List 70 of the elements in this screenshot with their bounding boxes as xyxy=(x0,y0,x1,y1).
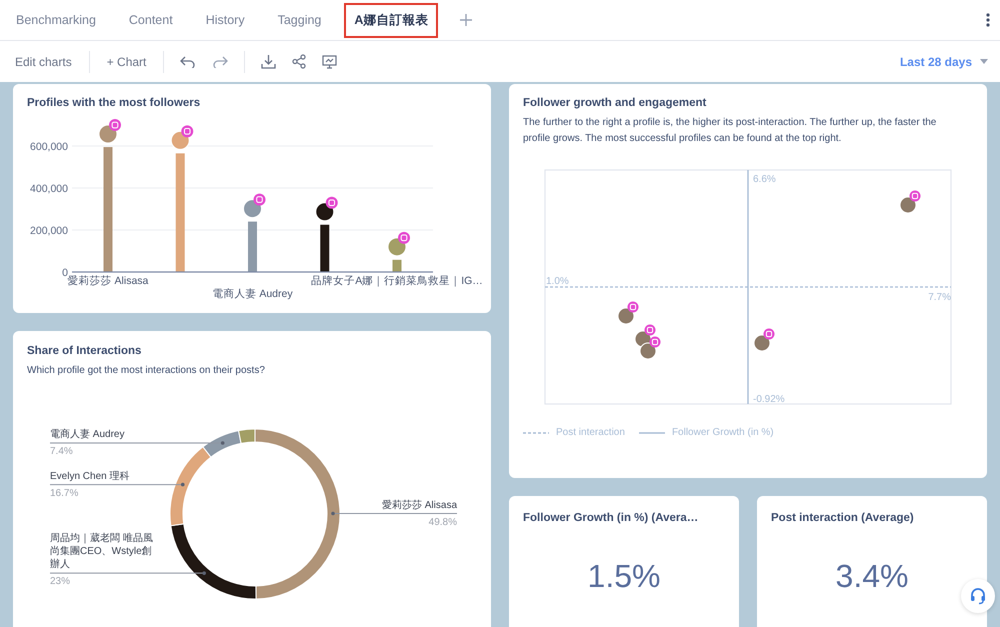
axis-tick-label: 0 xyxy=(62,267,68,279)
add-chart-button[interactable]: + Chart xyxy=(98,50,156,72)
slice-label: 周品均｜葳老闆 唯品風尚集團CEO、Wstyle創辦人 xyxy=(50,532,154,572)
axis-range-label: -0.92% xyxy=(753,394,785,405)
slice-label: 愛莉莎莎 Alisasa xyxy=(382,498,457,512)
tab[interactable]: Benchmarking xyxy=(6,7,106,33)
caret-icon xyxy=(980,59,988,64)
camera-badge-icon xyxy=(254,194,266,206)
presentation-icon[interactable] xyxy=(322,54,338,68)
avatar xyxy=(388,237,406,256)
avatar-point xyxy=(900,196,916,214)
camera-badge-icon xyxy=(109,119,121,132)
undo-icon[interactable] xyxy=(180,56,196,68)
camera-badge-icon xyxy=(628,302,638,312)
camera-badge-icon xyxy=(398,232,410,244)
avatar-point xyxy=(618,308,634,324)
camera-badge-icon xyxy=(650,336,660,348)
kpi-value: 1.5% xyxy=(586,558,662,595)
axis-category-label: 品牌女子A娜｜行銷菜鳥救星｜IG… xyxy=(311,275,483,287)
card-title: Share of Interactions xyxy=(26,345,142,357)
download-icon[interactable] xyxy=(261,54,276,69)
redo-icon[interactable] xyxy=(212,56,228,68)
card-title: Follower Growth (in %) (Avera… xyxy=(522,512,700,524)
share-icon[interactable] xyxy=(292,54,306,69)
avatar xyxy=(243,199,262,218)
tab[interactable]: Content xyxy=(118,7,183,33)
axis-range-label: 6.6% xyxy=(753,174,776,185)
solid-line-icon xyxy=(638,430,665,434)
headset-icon xyxy=(969,587,987,605)
avatar xyxy=(315,202,334,222)
axis-range-label: 1.0% xyxy=(546,276,569,287)
tab[interactable]: Tagging xyxy=(268,7,332,33)
axis-category-label: 愛莉莎莎 Alisasa xyxy=(68,275,148,287)
card-title: Profiles with the most followers xyxy=(26,97,202,109)
legend-label: Follower Growth (in %) xyxy=(672,427,774,438)
avatar xyxy=(98,124,118,144)
date-range-dropdown[interactable]: Last 28 days xyxy=(894,50,994,72)
camera-badge-icon xyxy=(644,324,656,336)
camera-badge-icon xyxy=(326,196,338,209)
avatar-point xyxy=(640,342,656,360)
axis-tick-label: 400,000 xyxy=(30,183,68,195)
bar xyxy=(320,224,330,272)
edit-charts-button[interactable]: Edit charts xyxy=(6,50,81,72)
slice-value: 16.7% xyxy=(50,488,78,499)
add-tab-icon[interactable] xyxy=(459,13,474,27)
axis-category-label: 電商人妻 Audrey xyxy=(212,288,293,300)
camera-badge-icon xyxy=(764,328,774,340)
slice-value: 7.4% xyxy=(50,446,73,457)
tab[interactable]: History xyxy=(196,7,255,33)
slice-label: 電商人妻 Audrey xyxy=(50,428,124,442)
camera-badge-icon xyxy=(910,190,920,202)
card-title: Follower growth and engagement xyxy=(522,97,708,109)
dashed-line-icon xyxy=(523,430,549,434)
slice-label: Evelyn Chen 理科 xyxy=(50,470,130,484)
axis-tick-label: 200,000 xyxy=(30,225,68,237)
tab[interactable]: A娜自訂報表 xyxy=(344,2,438,38)
slice-value: 23% xyxy=(50,576,70,588)
camera-badge-icon xyxy=(181,125,194,138)
card-subtitle: Which profile got the most interactions on their posts? xyxy=(26,364,266,378)
axis-range-label: 7.7% xyxy=(928,292,951,303)
bar xyxy=(392,260,402,272)
card-title: Post interaction (Average) xyxy=(770,512,915,524)
slice-value: 49.8% xyxy=(428,516,457,528)
kpi-value: 3.4% xyxy=(834,558,910,595)
bar xyxy=(248,222,257,272)
more-menu-icon[interactable] xyxy=(986,13,990,27)
card-description: The further to the right a profile is, the higher its post-interaction. The further up, the faster the profile grows. The most successful profiles can be found at the top right. xyxy=(522,116,938,146)
legend-label: Post interaction xyxy=(556,427,625,438)
avatar-point xyxy=(754,334,770,352)
axis-tick-label: 600,000 xyxy=(30,141,68,153)
